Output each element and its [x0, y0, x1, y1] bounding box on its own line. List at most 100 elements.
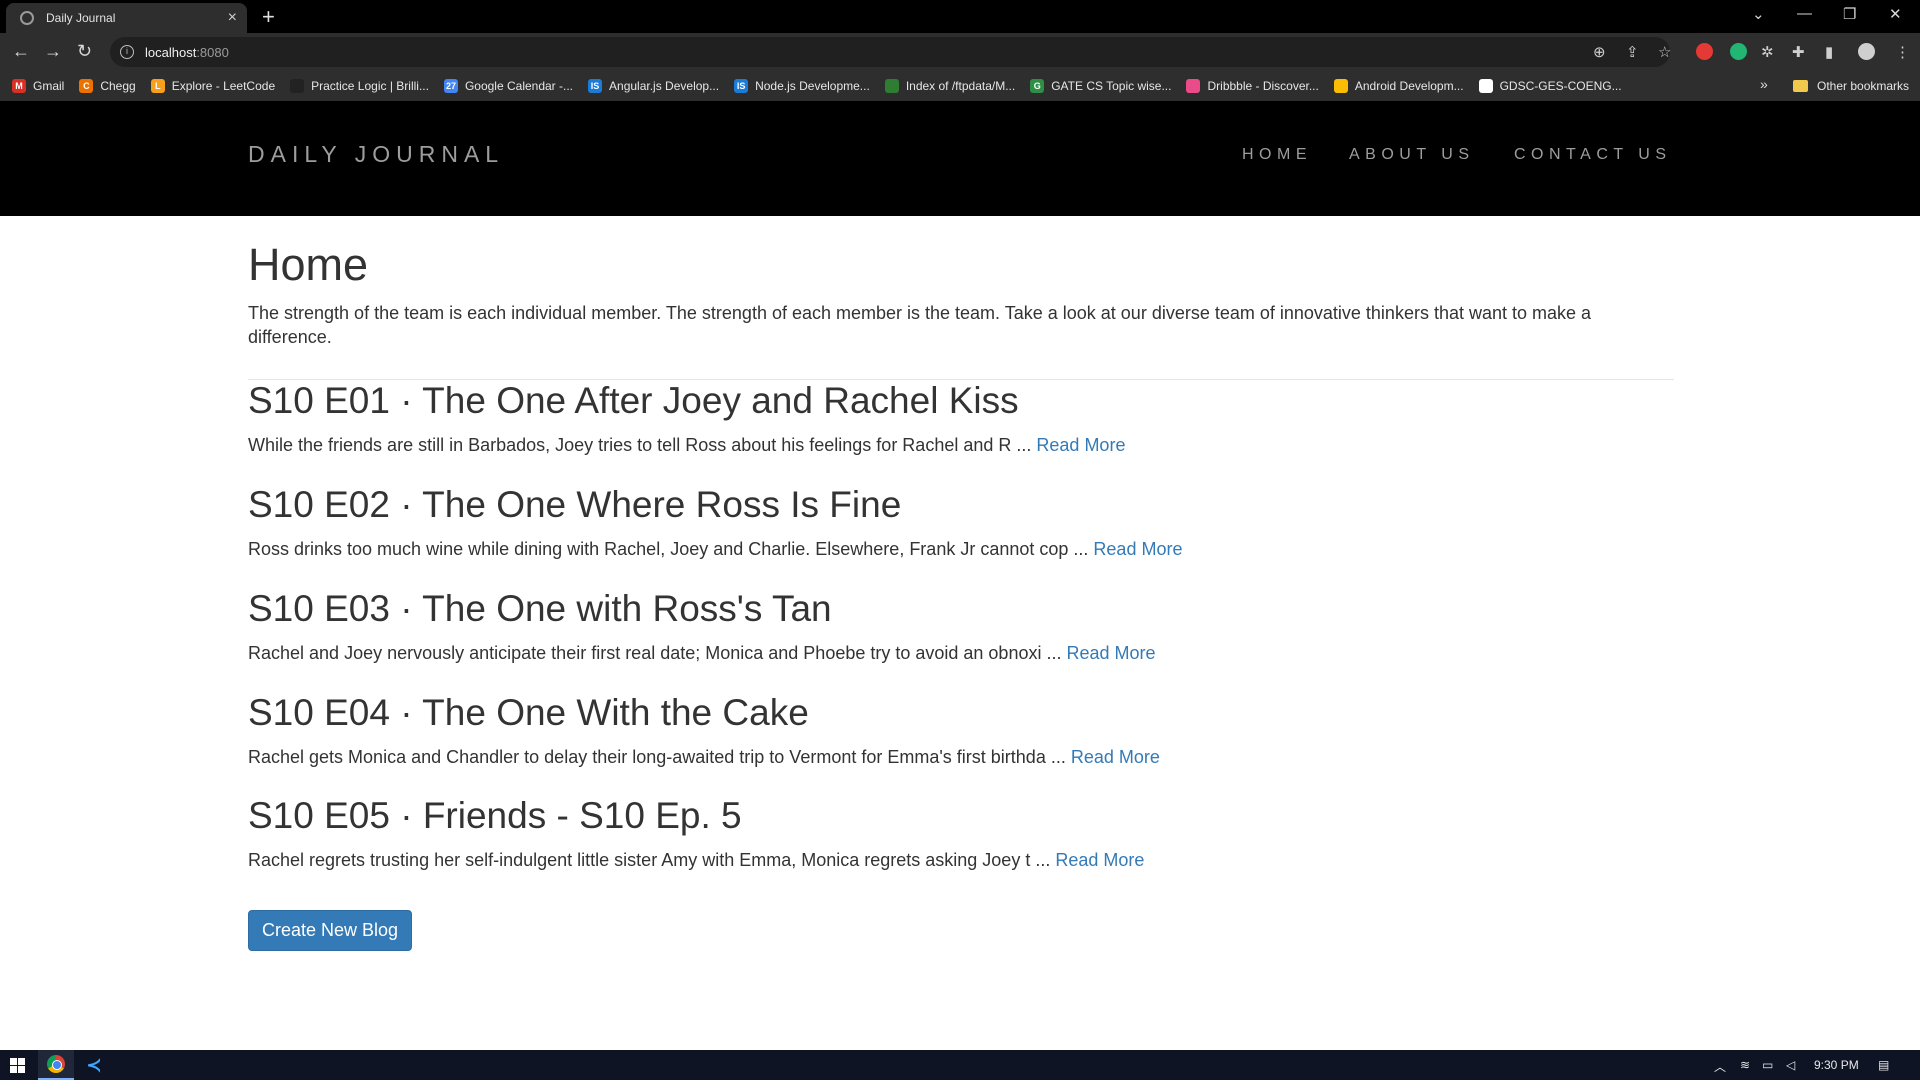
- tray-overflow-icon[interactable]: ︿: [1714, 1058, 1726, 1075]
- minimize-icon[interactable]: —: [1797, 5, 1812, 22]
- main-content: Home The strength of the team is each in…: [248, 216, 1674, 870]
- read-more-link[interactable]: Read More: [1067, 643, 1156, 663]
- bookmark-item[interactable]: G GATE CS Topic wise...: [1030, 79, 1171, 93]
- bookmark-item[interactable]: IS Node.js Developme...: [734, 79, 870, 93]
- post-item: S10 E05 · Friends - S10 Ep. 5 Rachel regr…: [248, 795, 1144, 872]
- post-excerpt-line: Rachel gets Monica and Chandler to delay…: [248, 745, 1160, 769]
- post-title: S10 E05 · Friends - S10 Ep. 5: [248, 795, 742, 836]
- other-bookmarks-label: Other bookmarks: [1817, 79, 1910, 93]
- profile-avatar-icon[interactable]: [1858, 43, 1875, 60]
- address-bar[interactable]: i localhost:8080: [110, 37, 1670, 67]
- forward-icon[interactable]: →: [44, 41, 62, 62]
- windows-start-icon[interactable]: [10, 1058, 25, 1073]
- post-excerpt-line: While the friends are still in Barbados,…: [248, 433, 1125, 457]
- browser-menu-icon[interactable]: ⋮: [1895, 43, 1910, 61]
- post-excerpt-line: Rachel and Joey nervously anticipate the…: [248, 641, 1156, 665]
- nav-contact-us[interactable]: CONTACT US: [1514, 146, 1672, 164]
- bookmark-item[interactable]: Index of /ftpdata/M...: [884, 79, 1015, 93]
- zoom-icon[interactable]: ⊕: [1593, 43, 1606, 61]
- post-item: S10 E03 · The One with Ross's Tan Rachel …: [248, 588, 1156, 665]
- globe-icon: [20, 11, 34, 25]
- url-host: localhost: [145, 44, 197, 60]
- bookmark-item[interactable]: Practice Logic | Brilli...: [290, 79, 429, 93]
- read-more-link[interactable]: Read More: [1055, 850, 1144, 870]
- adblock-extension-icon[interactable]: [1696, 43, 1713, 60]
- post-excerpt: Rachel regrets trusting her self-indulge…: [248, 850, 1051, 870]
- site-brand[interactable]: DAILY JOURNAL: [248, 141, 504, 168]
- bookmark-label: Explore - LeetCode: [171, 79, 276, 93]
- bookmark-label: Dribbble - Discover...: [1207, 79, 1319, 93]
- windows-taskbar: ≺ ︿ ≋ ▭ ◁ 9:30 PM ▤: [0, 1050, 1920, 1080]
- post-item: S10 E04 · The One With the Cake Rachel ge…: [248, 692, 1160, 769]
- leetcode-icon: L: [150, 79, 165, 93]
- restore-icon[interactable]: ❐: [1843, 5, 1856, 23]
- chegg-icon: C: [79, 79, 94, 93]
- nav-home[interactable]: HOME: [1242, 146, 1312, 164]
- post-excerpt: Rachel gets Monica and Chandler to delay…: [248, 747, 1066, 767]
- bookmark-item[interactable]: Dribbble - Discover...: [1186, 79, 1319, 93]
- globe-icon: [884, 79, 899, 93]
- grammarly-extension-icon[interactable]: [1730, 43, 1747, 60]
- bookmark-label: GDSC-GES-COENG...: [1499, 79, 1622, 93]
- side-panel-icon[interactable]: ▮: [1825, 43, 1833, 61]
- bookmark-star-icon[interactable]: ☆: [1658, 43, 1671, 61]
- create-new-blog-button[interactable]: Create New Blog: [248, 910, 412, 951]
- calendar-icon: 27: [443, 79, 458, 93]
- post-item: S10 E02 · The One Where Ross Is Fine Ross…: [248, 484, 1182, 561]
- nav-about-us[interactable]: ABOUT US: [1349, 146, 1475, 164]
- dribbble-icon: [1186, 79, 1201, 93]
- back-icon[interactable]: ←: [12, 41, 30, 62]
- node-site-icon: IS: [734, 79, 749, 93]
- bookmark-label: Node.js Developme...: [755, 79, 870, 93]
- post-excerpt: Rachel and Joey nervously anticipate the…: [248, 643, 1062, 663]
- post-title: S10 E01 · The One After Joey and Rachel …: [248, 380, 1019, 421]
- browser-tab-bar: Daily Journal × + ⌄ — ❐ ✕: [0, 0, 1920, 33]
- window-close-icon[interactable]: ✕: [1889, 5, 1902, 23]
- tab-close-icon[interactable]: ×: [228, 9, 237, 27]
- read-more-link[interactable]: Read More: [1036, 435, 1125, 455]
- notifications-icon[interactable]: ▤: [1878, 1058, 1889, 1072]
- gmail-icon: M: [12, 79, 26, 93]
- bookmark-label: Android Developm...: [1354, 79, 1464, 93]
- brilliant-icon: [290, 79, 305, 93]
- reload-icon[interactable]: ↻: [77, 41, 92, 62]
- bookmark-item[interactable]: 27 Google Calendar -...: [443, 79, 574, 93]
- bookmark-label: Chegg: [100, 79, 136, 93]
- bookmark-label: Practice Logic | Brilli...: [311, 79, 429, 93]
- bookmark-item[interactable]: L Explore - LeetCode: [150, 79, 276, 93]
- bookmark-item[interactable]: M Gmail: [12, 79, 64, 93]
- vscode-taskbar-app[interactable]: ≺: [76, 1050, 112, 1080]
- post-excerpt-line: Rachel regrets trusting her self-indulge…: [248, 848, 1144, 872]
- read-more-link[interactable]: Read More: [1093, 539, 1182, 559]
- post-title: S10 E02 · The One Where Ross Is Fine: [248, 484, 902, 525]
- share-icon[interactable]: ⇪: [1626, 43, 1639, 61]
- bookmark-item[interactable]: IS Angular.js Develop...: [588, 79, 719, 93]
- other-bookmarks[interactable]: Other bookmarks: [1793, 71, 1909, 101]
- post-excerpt-line: Ross drinks too much wine while dining w…: [248, 537, 1182, 561]
- geeksforgeeks-icon: G: [1030, 79, 1045, 93]
- post-title: S10 E04 · The One With the Cake: [248, 692, 809, 733]
- new-tab-button[interactable]: +: [262, 4, 275, 30]
- read-more-link[interactable]: Read More: [1071, 747, 1160, 767]
- battery-icon[interactable]: ▭: [1762, 1058, 1773, 1072]
- more-bookmarks-icon[interactable]: »: [1760, 76, 1768, 92]
- angular-site-icon: IS: [588, 79, 603, 93]
- browser-tab[interactable]: Daily Journal ×: [6, 3, 247, 33]
- post-excerpt: While the friends are still in Barbados,…: [248, 435, 1032, 455]
- post-item: S10 E01 · The One After Joey and Rachel …: [248, 380, 1125, 457]
- bookmark-item[interactable]: C Chegg: [79, 79, 136, 93]
- bookmark-item[interactable]: GDSC-GES-COENG...: [1478, 79, 1622, 93]
- wifi-icon[interactable]: ≋: [1740, 1058, 1750, 1072]
- chrome-taskbar-app[interactable]: [38, 1050, 74, 1080]
- github-icon: [1478, 79, 1493, 93]
- site-info-icon[interactable]: i: [120, 45, 134, 59]
- extensions-puzzle-icon[interactable]: ✚: [1792, 43, 1805, 61]
- tab-search-icon[interactable]: ⌄: [1752, 5, 1765, 23]
- volume-icon[interactable]: ◁: [1786, 1058, 1795, 1072]
- bookmark-item[interactable]: Android Developm...: [1333, 79, 1464, 93]
- extension-gear-icon[interactable]: ✲: [1761, 43, 1774, 61]
- url-port: :8080: [196, 44, 229, 60]
- bookmark-label: Gmail: [33, 79, 65, 93]
- bookmark-label: Google Calendar -...: [464, 79, 574, 93]
- taskbar-clock[interactable]: 9:30 PM: [1814, 1058, 1859, 1072]
